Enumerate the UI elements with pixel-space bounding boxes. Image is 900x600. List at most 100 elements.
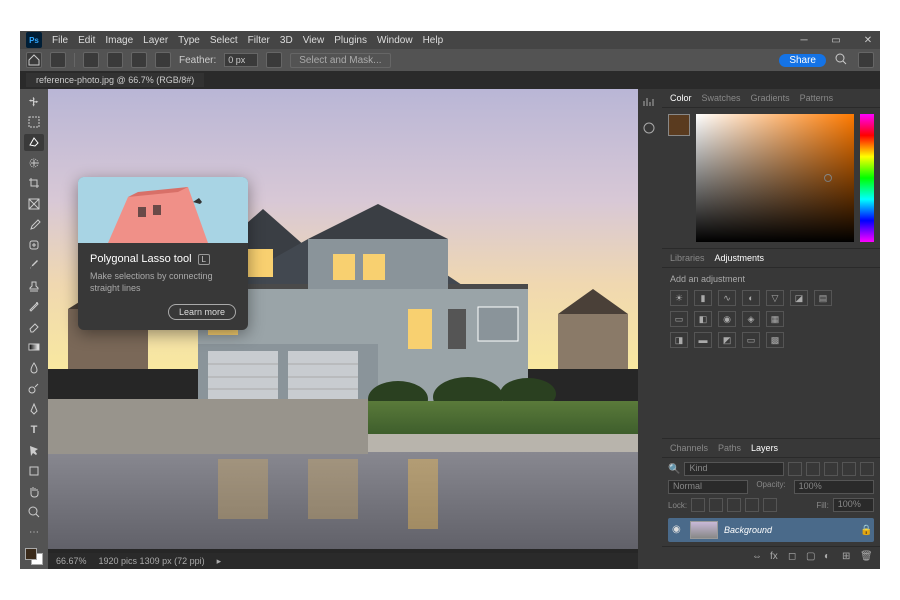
layer-style-icon[interactable]: fx — [770, 551, 784, 565]
menu-filter[interactable]: Filter — [248, 35, 270, 46]
adj-selective[interactable]: ▩ — [766, 332, 784, 348]
blur-tool[interactable] — [24, 360, 44, 377]
lock-artboard-icon[interactable] — [745, 498, 759, 512]
adj-posterize[interactable]: ▬ — [694, 332, 712, 348]
adj-brightness[interactable]: ☀ — [670, 290, 688, 306]
new-layer-icon[interactable]: ⊞ — [842, 551, 856, 565]
hand-tool[interactable] — [24, 483, 44, 500]
home-icon[interactable] — [26, 52, 42, 68]
adj-colorlookup[interactable]: ▦ — [766, 311, 784, 327]
stamp-tool[interactable] — [24, 278, 44, 295]
pen-tool[interactable] — [24, 401, 44, 418]
layer-mask-icon[interactable]: ◻ — [788, 551, 802, 565]
visibility-icon[interactable]: ◉ — [672, 524, 684, 536]
blend-mode-dropdown[interactable]: Normal — [668, 480, 748, 494]
zoom-tool[interactable] — [24, 503, 44, 520]
feather-input[interactable] — [224, 53, 258, 67]
tab-patterns[interactable]: Patterns — [800, 93, 834, 103]
crop-tool[interactable] — [24, 175, 44, 192]
color-field[interactable] — [696, 114, 854, 242]
antialias-icon[interactable] — [266, 52, 282, 68]
lock-transparent-icon[interactable] — [691, 498, 705, 512]
workspace-icon[interactable] — [858, 52, 874, 68]
layer-filter-dropdown[interactable]: Kind — [684, 462, 784, 476]
move-tool[interactable] — [24, 93, 44, 110]
menu-image[interactable]: Image — [105, 35, 133, 46]
adj-bw[interactable]: ◧ — [694, 311, 712, 327]
adj-vibrance[interactable]: ▽ — [766, 290, 784, 306]
adj-invert[interactable]: ◨ — [670, 332, 688, 348]
menu-edit[interactable]: Edit — [78, 35, 95, 46]
add-selection-icon[interactable] — [107, 52, 123, 68]
adj-channelmix[interactable]: ◈ — [742, 311, 760, 327]
type-tool[interactable]: T — [24, 421, 44, 438]
select-and-mask-button[interactable]: Select and Mask... — [290, 53, 390, 68]
eraser-tool[interactable] — [24, 319, 44, 336]
menu-type[interactable]: Type — [178, 35, 200, 46]
new-group-icon[interactable]: ▢ — [806, 551, 820, 565]
edit-toolbar[interactable]: ⋯ — [24, 524, 44, 541]
tab-gradients[interactable]: Gradients — [751, 93, 790, 103]
zoom-level[interactable]: 66.67% — [56, 556, 87, 566]
subtract-selection-icon[interactable] — [131, 52, 147, 68]
dodge-tool[interactable] — [24, 380, 44, 397]
shape-tool[interactable] — [24, 462, 44, 479]
learn-more-button[interactable]: Learn more — [168, 304, 236, 320]
menu-select[interactable]: Select — [210, 35, 238, 46]
lock-icon[interactable]: 🔒 — [860, 525, 870, 535]
path-select-tool[interactable] — [24, 442, 44, 459]
navigator-icon[interactable] — [642, 121, 658, 137]
layer-item-background[interactable]: ◉ Background 🔒 — [668, 518, 874, 542]
adj-levels[interactable]: ▮ — [694, 290, 712, 306]
menu-view[interactable]: View — [303, 35, 325, 46]
link-layers-icon[interactable]: ⇔ — [752, 551, 766, 565]
restore-icon[interactable]: ▭ — [830, 34, 842, 46]
lasso-tool[interactable] — [24, 134, 44, 151]
color-ring[interactable] — [824, 174, 832, 182]
lock-all-icon[interactable] — [763, 498, 777, 512]
eyedropper-tool[interactable] — [24, 216, 44, 233]
brush-tool[interactable] — [24, 257, 44, 274]
lock-position-icon[interactable] — [727, 498, 741, 512]
color-swatch[interactable] — [25, 548, 43, 565]
document-tab[interactable]: reference-photo.jpg @ 66.7% (RGB/8#) — [26, 73, 204, 87]
menu-layer[interactable]: Layer — [143, 35, 168, 46]
filter-type-icon[interactable] — [824, 462, 838, 476]
adj-threshold[interactable]: ◩ — [718, 332, 736, 348]
tab-adjustments[interactable]: Adjustments — [715, 253, 765, 263]
tab-color[interactable]: Color — [670, 93, 692, 103]
healing-tool[interactable] — [24, 237, 44, 254]
marquee-tool[interactable] — [24, 114, 44, 131]
menu-file[interactable]: File — [52, 35, 68, 46]
frame-tool[interactable] — [24, 196, 44, 213]
menu-window[interactable]: Window — [377, 35, 413, 46]
delete-layer-icon[interactable]: 🗑 — [860, 551, 874, 565]
layer-thumbnail[interactable] — [690, 521, 718, 539]
adj-more2[interactable]: ▤ — [814, 290, 832, 306]
adj-photofilter[interactable]: ◉ — [718, 311, 736, 327]
adj-curves[interactable]: ∿ — [718, 290, 736, 306]
status-chevron[interactable]: ▸ — [217, 556, 222, 567]
tab-paths[interactable]: Paths — [718, 443, 741, 453]
adj-gradmap[interactable]: ▭ — [742, 332, 760, 348]
new-selection-icon[interactable] — [83, 52, 99, 68]
tab-channels[interactable]: Channels — [670, 443, 708, 453]
tool-preset-icon[interactable] — [50, 52, 66, 68]
new-adj-layer-icon[interactable]: ◐ — [824, 551, 838, 565]
tab-layers[interactable]: Layers — [751, 443, 778, 453]
gradient-tool[interactable] — [24, 339, 44, 356]
histogram-icon[interactable] — [642, 95, 658, 111]
filter-shape-icon[interactable] — [842, 462, 856, 476]
tab-swatches[interactable]: Swatches — [702, 93, 741, 103]
search-icon[interactable] — [834, 52, 850, 68]
color-current-swatch[interactable] — [668, 114, 690, 136]
tab-libraries[interactable]: Libraries — [670, 253, 705, 263]
filter-smart-icon[interactable] — [860, 462, 874, 476]
fg-color[interactable] — [25, 548, 37, 560]
menu-plugins[interactable]: Plugins — [334, 35, 367, 46]
hue-slider[interactable] — [860, 114, 874, 242]
lock-pixels-icon[interactable] — [709, 498, 723, 512]
quick-select-tool[interactable] — [24, 155, 44, 172]
filter-pixel-icon[interactable] — [788, 462, 802, 476]
intersect-selection-icon[interactable] — [155, 52, 171, 68]
